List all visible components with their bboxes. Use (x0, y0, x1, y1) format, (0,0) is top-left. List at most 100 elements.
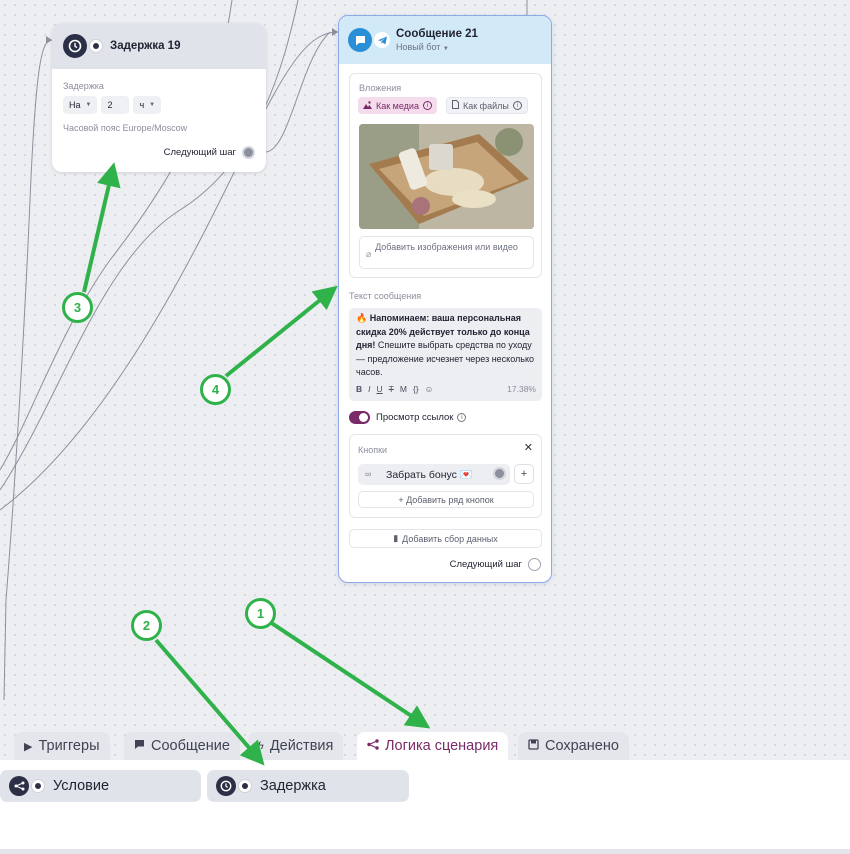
buttons-label: Кнопки (358, 445, 388, 455)
bottom-strip (0, 849, 850, 854)
clock-icon (63, 34, 87, 58)
branch-icon (9, 776, 29, 796)
delay-unit-value: ч (139, 100, 145, 110)
button-port[interactable] (493, 467, 506, 480)
add-media-label: Добавить изображения или видео (375, 242, 518, 252)
node-status-icon (31, 779, 45, 793)
add-button-row[interactable]: + Добавить ряд кнопок (358, 491, 534, 508)
as-media-toggle[interactable]: Как медиа i (358, 97, 437, 114)
add-data-collection-label: Добавить сбор данных (402, 533, 498, 544)
chat-icon (348, 28, 372, 52)
delay-node-header[interactable]: Задержка 19 (52, 23, 266, 69)
message-text-editor[interactable]: 🔥 Напоминаем: ваша персональная скидка 2… (349, 308, 542, 401)
link-icon: ∞ (365, 469, 372, 479)
chevron-down-icon: ▼ (85, 102, 92, 108)
emoji-button[interactable]: ☺ (425, 383, 434, 397)
tab-label: Действия (269, 738, 334, 754)
block-delay[interactable]: Задержка (207, 770, 409, 802)
tab-label: Сообщение (151, 738, 230, 754)
chevron-down-icon: ▼ (149, 102, 156, 108)
monospace-button[interactable]: M (400, 383, 407, 397)
italic-button[interactable]: I (368, 383, 370, 397)
bold-button[interactable]: B (356, 383, 362, 397)
annotation-marker-3: 3 (62, 292, 93, 323)
as-files-label: Как файлы (463, 100, 509, 111)
block-condition[interactable]: Условие (0, 770, 201, 802)
add-media-button[interactable]: ⌀ Добавить изображения или видео (359, 236, 534, 269)
delay-label: Задержка (63, 81, 104, 91)
attachments-section: Вложения Как медиа i Как файлы i ⌀ Добав… (349, 73, 542, 278)
link-preview-row: Просмотр ссылок i (349, 411, 467, 424)
clock-icon (216, 776, 236, 796)
strikethrough-button[interactable]: T (389, 383, 394, 397)
tab-label: Логика сценария (385, 738, 499, 754)
annotation-marker-1: 1 (245, 598, 276, 629)
data-icon: ▮ (393, 533, 399, 543)
block-label: Задержка (260, 778, 326, 794)
format-toolbar: B I U T M {} ☺ 17.38% (356, 383, 536, 397)
next-step-port[interactable] (528, 558, 541, 571)
branch-icon (367, 739, 379, 753)
delay-mode-select[interactable]: На ▼ (63, 96, 98, 114)
bot-selector[interactable]: Новый бот ▼ (396, 42, 478, 52)
fire-emoji: 🔥 (356, 313, 368, 323)
close-icon[interactable]: ✕ (524, 441, 533, 454)
tab-label: Триггеры (38, 738, 100, 754)
delay-mode-value: На (69, 100, 81, 110)
bolt-icon: ϟ (258, 740, 264, 752)
tab-triggers[interactable]: ▶ Триггеры (14, 732, 110, 760)
blocks-panel: Условие Задержка (0, 760, 850, 854)
message-text-label: Текст сообщения (349, 291, 422, 301)
delay-unit-select[interactable]: ч ▼ (133, 96, 162, 114)
block-label: Условие (53, 778, 110, 794)
add-button-icon[interactable]: + (514, 464, 534, 484)
bonus-button-label: Забрать бонус 💌 (386, 469, 473, 481)
telegram-icon (374, 32, 390, 48)
message-node[interactable]: Сообщение 21 Новый бот ▼ Вложения Как ме… (338, 15, 552, 583)
node-status-icon (238, 779, 252, 793)
image-icon (363, 100, 372, 111)
tab-logic[interactable]: Логика сценария (357, 732, 509, 760)
paperclip-icon: ⌀ (366, 249, 372, 259)
gift-box-photo (359, 124, 534, 229)
message-node-header[interactable]: Сообщение 21 Новый бот ▼ (339, 16, 551, 64)
buttons-section: Кнопки ✕ ∞ Забрать бонус 💌 + + Добавить … (349, 434, 542, 518)
next-step-label: Следующий шаг (163, 147, 236, 158)
delay-node[interactable]: Задержка 19 Задержка На ▼ 2 ч ▼ Часовой по… (52, 23, 266, 172)
node-status-icon (89, 39, 103, 53)
save-icon (528, 739, 539, 753)
attachments-label: Вложения (359, 83, 402, 93)
tab-label: Сохранено (545, 738, 619, 754)
delay-node-title: Задержка 19 (110, 40, 181, 52)
add-data-collection-button[interactable]: ▮ Добавить сбор данных (349, 529, 542, 548)
play-icon: ▶ (24, 740, 33, 753)
info-icon: i (457, 413, 467, 422)
timezone-label: Часовой пояс Europe/Moscow (63, 123, 188, 133)
attached-photo[interactable] (359, 124, 534, 229)
tab-saved[interactable]: Сохранено (518, 732, 629, 760)
bonus-button[interactable]: ∞ Забрать бонус 💌 (358, 464, 510, 485)
bot-name: Новый бот (396, 42, 441, 52)
delay-amount-value: 2 (107, 100, 113, 110)
as-files-toggle[interactable]: Как файлы i (446, 97, 528, 114)
chat-icon (134, 739, 145, 753)
message-text-body: Спешите выбрать средства по уходу — пред… (356, 340, 535, 377)
chevron-down-icon: ▼ (442, 46, 449, 52)
annotation-marker-2: 2 (131, 610, 162, 641)
annotation-marker-4: 4 (200, 374, 231, 405)
info-icon: i (512, 101, 522, 110)
next-step-port[interactable] (242, 146, 255, 159)
next-step-label: Следующий шаг (449, 559, 522, 570)
file-icon (452, 100, 459, 111)
link-preview-label: Просмотр ссылок (376, 412, 454, 423)
delay-amount-input[interactable]: 2 (101, 96, 130, 114)
tab-actions[interactable]: ϟ Действия (248, 732, 344, 760)
tab-message[interactable]: Сообщение (124, 732, 240, 760)
link-preview-toggle[interactable] (349, 411, 370, 424)
message-node-title: Сообщение 21 (396, 28, 478, 40)
underline-button[interactable]: U (377, 383, 383, 397)
info-icon: i (422, 101, 432, 110)
message-next-step: Следующий шаг (450, 558, 541, 571)
char-count: 17.38% (507, 383, 536, 394)
code-button[interactable]: {} (413, 383, 419, 397)
